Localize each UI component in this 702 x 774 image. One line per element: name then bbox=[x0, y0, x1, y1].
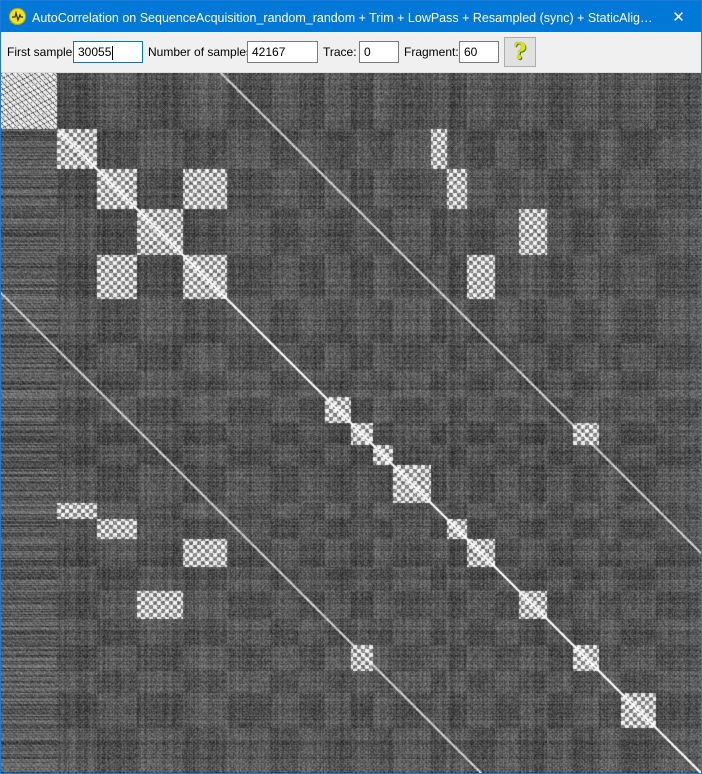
autocorrelation-heatmap[interactable] bbox=[1, 73, 701, 773]
text-caret bbox=[112, 45, 114, 60]
first-sample-value: 30055 bbox=[78, 45, 112, 59]
first-sample-input[interactable]: 30055 bbox=[73, 41, 143, 63]
first-sample-label: First sample: bbox=[7, 45, 76, 59]
window-title: AutoCorrelation on SequenceAcquisition_r… bbox=[32, 11, 657, 25]
close-button[interactable]: ✕ bbox=[656, 1, 701, 32]
trace-label: Trace: bbox=[323, 45, 357, 59]
help-question-icon: ? bbox=[513, 39, 527, 65]
fragment-label: Fragment: bbox=[404, 45, 459, 59]
trace-value: 0 bbox=[364, 45, 371, 59]
oscilloscope-icon bbox=[9, 8, 26, 25]
fragment-value: 60 bbox=[464, 45, 478, 59]
autocorrelation-window: AutoCorrelation on SequenceAcquisition_r… bbox=[0, 0, 702, 774]
toolbar: First sample: 30055 Number of samples: 4… bbox=[1, 32, 701, 73]
help-button[interactable]: ? bbox=[504, 37, 536, 67]
close-icon: ✕ bbox=[672, 8, 685, 26]
num-samples-value: 42167 bbox=[252, 45, 286, 59]
trace-input[interactable]: 0 bbox=[359, 41, 399, 63]
fragment-input[interactable]: 60 bbox=[459, 41, 499, 63]
num-samples-label: Number of samples: bbox=[148, 45, 256, 59]
num-samples-input[interactable]: 42167 bbox=[247, 41, 318, 63]
title-bar[interactable]: AutoCorrelation on SequenceAcquisition_r… bbox=[1, 1, 701, 32]
heatmap-canvas[interactable] bbox=[1, 73, 701, 773]
